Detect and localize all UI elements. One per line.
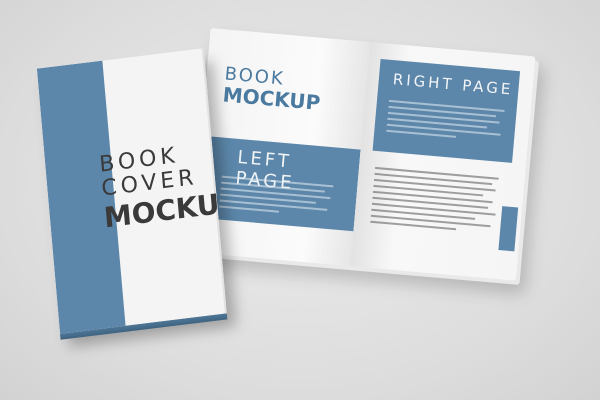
- right-page-band-label: RIGHT PAGE: [392, 70, 515, 99]
- right-page-body-text: [370, 166, 499, 238]
- cover-title: BOOK COVER MOCKUP: [98, 137, 226, 234]
- left-page-title: BOOK MOCKUP: [222, 63, 323, 114]
- right-page: RIGHT PAGE: [350, 42, 536, 281]
- right-band-placeholder-text: [386, 99, 505, 146]
- closed-book: BOOK COVER MOCKUP: [36, 48, 236, 347]
- book-cover: BOOK COVER MOCKUP: [36, 48, 227, 334]
- open-book: BOOK MOCKUP LEFT PAGE RIGHT PAGE: [191, 28, 545, 295]
- right-page-accent-block: [498, 206, 519, 252]
- mockup-scene: BOOK MOCKUP LEFT PAGE RIGHT PAGE: [0, 0, 600, 400]
- right-page-band: RIGHT PAGE: [372, 58, 521, 163]
